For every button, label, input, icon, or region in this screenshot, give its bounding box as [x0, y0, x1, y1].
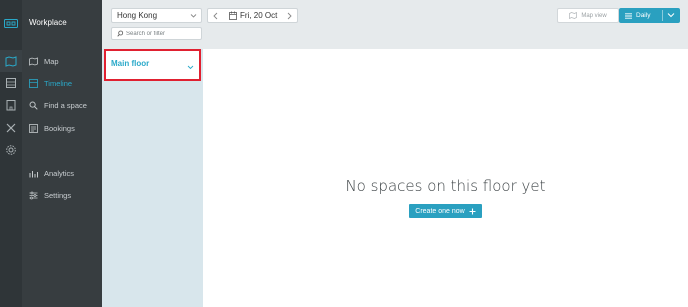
city-select-value: Hong Kong [117, 11, 158, 20]
date-picker[interactable]: Fri, 20 Oct [207, 8, 298, 23]
sidebar-item-label: Bookings [44, 123, 75, 133]
sidebar-item-find-a-space[interactable]: Find a space [22, 95, 102, 115]
chevron-right-icon[interactable] [286, 12, 293, 20]
date-label: Fri, 20 Oct [240, 11, 278, 20]
button-divider [662, 10, 663, 21]
top-toolbar: Hong Kong Fri, 20 Oct Map view Daily [102, 0, 688, 49]
brand-title: Workplace [29, 18, 67, 27]
floor-item-main-floor[interactable]: Main floor [104, 49, 201, 81]
sidebar-item-label: Find a space [44, 100, 87, 110]
city-select[interactable]: Hong Kong [111, 8, 202, 23]
sidebar-item-label: Map [44, 56, 59, 66]
settings-icon [29, 191, 38, 199]
building-icon[interactable] [5, 99, 17, 111]
chevron-down-icon [190, 14, 197, 18]
sidebar-item-settings[interactable]: Settings [22, 185, 102, 205]
tools-icon[interactable] [5, 122, 17, 134]
chevron-left-icon[interactable] [212, 12, 219, 20]
chevron-down-icon[interactable] [187, 65, 194, 70]
main-content: No spaces on this floor yet Create one n… [203, 49, 688, 307]
timeline-icon[interactable] [5, 77, 17, 89]
map-icon[interactable] [5, 55, 17, 67]
search-input[interactable] [126, 29, 198, 39]
sidebar-item-bookings[interactable]: Bookings [22, 118, 102, 138]
logo-icon[interactable] [4, 19, 18, 28]
gear-icon[interactable] [5, 144, 17, 156]
sidebar-nav: Workplace Map Timeline Find a space Book… [22, 0, 102, 307]
map-icon [29, 56, 38, 66]
create-space-button[interactable]: Create one now [409, 204, 482, 218]
floor-name: Main floor [111, 59, 150, 68]
search-icon [117, 30, 124, 37]
plus-icon [469, 208, 476, 214]
daily-view-button[interactable]: Daily [619, 8, 680, 23]
sidebar-item-label: Timeline [44, 78, 73, 88]
floor-panel: Main floor [102, 49, 203, 307]
map-view-label: Map view [581, 12, 607, 19]
sidebar-item-label: Analytics [44, 168, 75, 178]
search-box[interactable] [111, 27, 202, 40]
analytics-icon [29, 170, 38, 177]
timeline-icon [29, 78, 38, 88]
icon-rail [0, 0, 22, 307]
sidebar-item-label: Settings [44, 190, 72, 200]
empty-state-message: No spaces on this floor yet [345, 177, 546, 195]
map-icon [569, 12, 578, 19]
create-space-label: Create one now [415, 207, 465, 215]
search-icon [29, 101, 38, 110]
sidebar-item-analytics[interactable]: Analytics [22, 163, 102, 183]
sidebar-item-map[interactable]: Map [22, 51, 102, 71]
daily-label: Daily [636, 12, 651, 19]
chevron-down-icon[interactable] [667, 12, 675, 18]
sidebar-item-timeline[interactable]: Timeline [22, 73, 102, 93]
bookings-icon [29, 123, 38, 133]
map-view-button[interactable]: Map view [557, 8, 619, 23]
calendar-icon [229, 11, 237, 20]
list-icon [625, 12, 632, 19]
